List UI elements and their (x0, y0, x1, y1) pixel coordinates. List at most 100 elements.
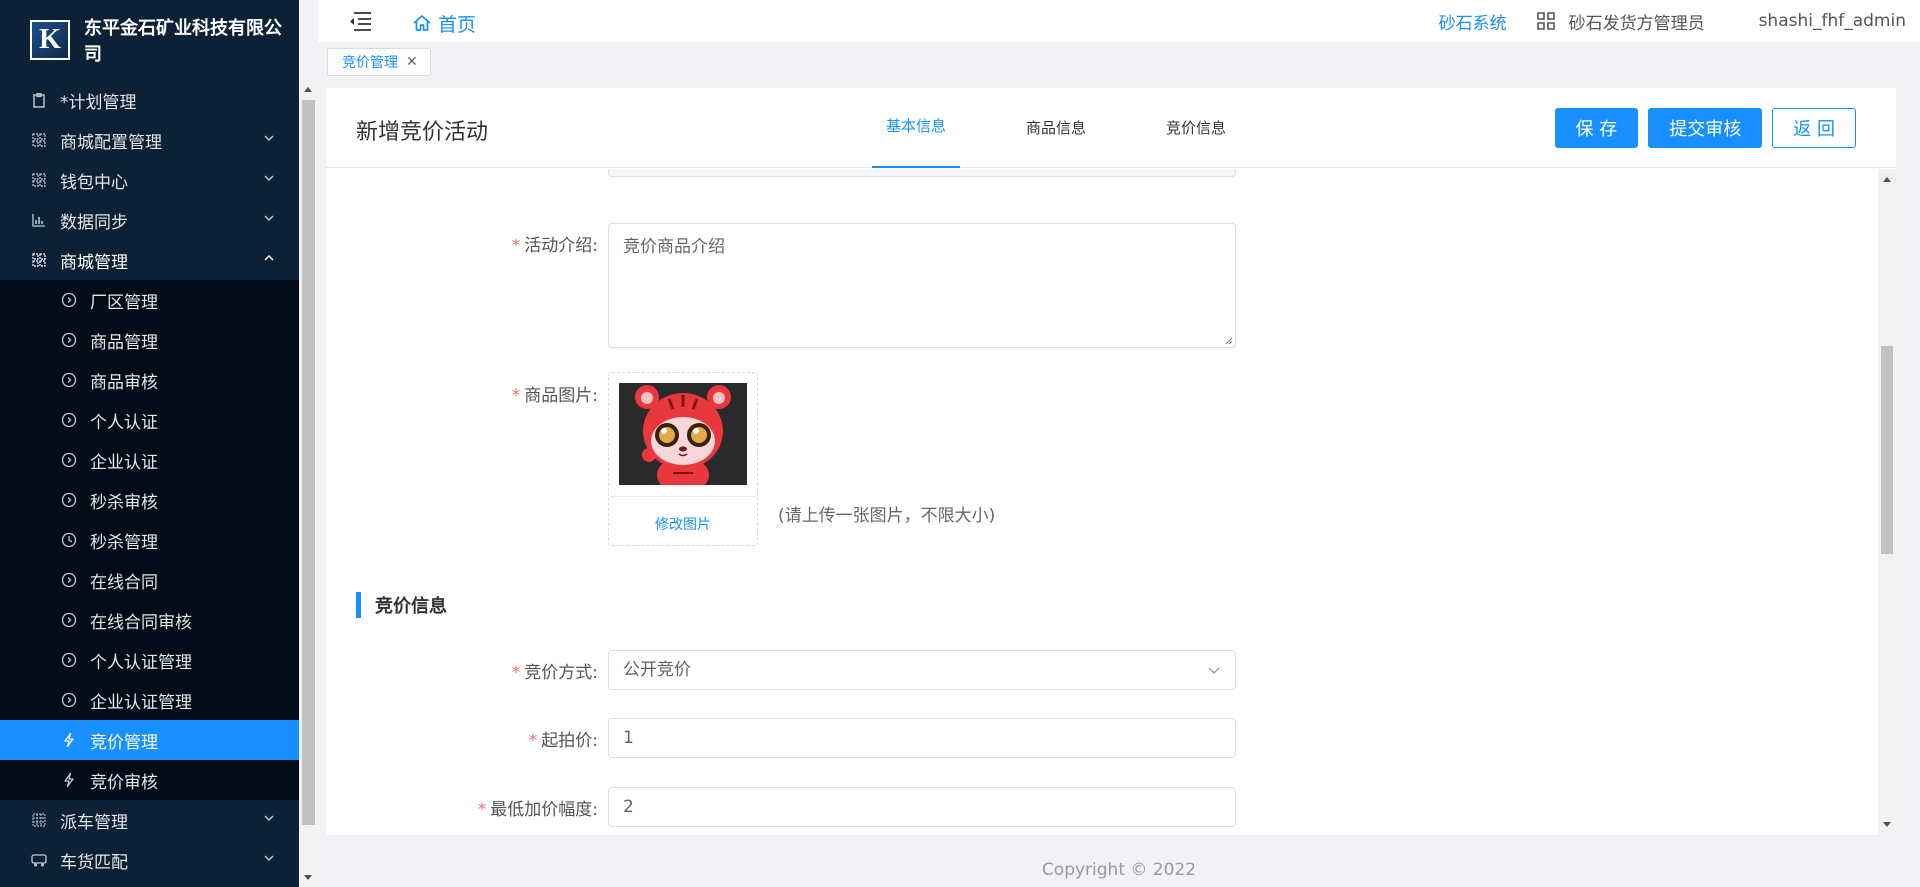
save-button[interactable]: 保 存 (1554, 108, 1639, 148)
min-increment-input[interactable]: 2 (608, 787, 1236, 827)
section-accent-bar (356, 592, 361, 618)
start-price-label: * 起拍价: (528, 731, 598, 751)
start-price-input[interactable]: 1 (608, 718, 1236, 758)
sidebar-item-label: 派车管理 (60, 812, 128, 833)
form-scrollbar[interactable] (1878, 169, 1896, 835)
sidebar-item-personal-auth-manage[interactable]: 个人认证管理 (0, 640, 299, 680)
scrollbar-thumb[interactable] (302, 100, 315, 825)
home-link[interactable]: 首页 (412, 10, 476, 37)
grid-icon (30, 131, 48, 149)
sidebar-item-cargo-match[interactable]: 车货匹配 (0, 840, 299, 880)
sidebar-item-contract[interactable]: 在线合同 (0, 560, 299, 600)
required-asterisk: * (528, 731, 538, 751)
scroll-down-arrow-icon[interactable] (304, 875, 312, 880)
bidding-method-select[interactable]: 公开竞价 (608, 650, 1236, 690)
sidebar-item-mall-config[interactable]: 商城配置管理 (0, 120, 299, 160)
intro-textarea[interactable]: 竞价商品介绍 (608, 223, 1236, 348)
circle-arrow-icon (60, 571, 78, 589)
scroll-up-arrow-icon[interactable] (1883, 177, 1891, 182)
sidebar-item-label: 钱包中心 (60, 172, 128, 193)
brand: K 东平金石矿业科技有限公司 (0, 0, 299, 80)
circle-arrow-icon (60, 371, 78, 389)
card-header: 新增竞价活动 基本信息 商品信息 竞价信息 保 存 提交审核 返 回 (326, 88, 1896, 168)
circle-arrow-icon (60, 291, 78, 309)
tags-view: 竞价管理 ✕ (318, 42, 1920, 79)
grid-icon (30, 251, 48, 269)
sidebar-item-label: 数据同步 (60, 212, 128, 233)
sidebar-item-data-sync[interactable]: 数据同步 (0, 200, 299, 240)
sidebar-item-company-auth-manage[interactable]: 企业认证管理 (0, 680, 299, 720)
company-logo: K (30, 20, 70, 60)
goods-image (619, 383, 747, 485)
truck-icon (30, 851, 48, 869)
sidebar-item-flash-review[interactable]: 秒杀审核 (0, 480, 299, 520)
sidebar-item-goods[interactable]: 商品管理 (0, 320, 299, 360)
system-switch-link[interactable]: 砂石系统 (1439, 9, 1507, 34)
image-uploader[interactable]: 修改图片 (608, 372, 758, 546)
sidebar-item-label: 商品审核 (90, 372, 158, 393)
form-row-method: * 竞价方式: 公开竞价 (326, 650, 1526, 690)
collapse-menu-icon[interactable] (348, 11, 372, 31)
sidebar-item-label: 在线合同审核 (90, 612, 192, 633)
sidebar-item-label: 厂区管理 (90, 292, 158, 313)
sidebar-item-goods-review[interactable]: 商品审核 (0, 360, 299, 400)
sidebar-item-dispatch[interactable]: 派车管理 (0, 800, 299, 840)
resize-grip-icon[interactable] (1223, 335, 1233, 345)
sidebar-item-plan[interactable]: *计划管理 (0, 80, 299, 120)
tag-bidding-manage[interactable]: 竞价管理 ✕ (327, 48, 431, 76)
chevron-down-icon (1208, 667, 1220, 674)
circle-arrow-icon (60, 691, 78, 709)
form-scroll-area: * 活动介绍: 竞价商品介绍 * 商品图片: 修改图片 (请上传一张图片，不限大… (326, 169, 1878, 835)
sidebar-scrollbar[interactable] (299, 80, 318, 887)
change-image-link[interactable]: 修改图片 (609, 514, 757, 534)
sidebar-item-factory[interactable]: 厂区管理 (0, 280, 299, 320)
required-asterisk: * (477, 800, 487, 820)
home-label: 首页 (438, 13, 477, 36)
sidebar-item-personal-auth[interactable]: 个人认证 (0, 400, 299, 440)
sidebar-item-label: 商城管理 (60, 252, 128, 273)
sidebar-item-mall[interactable]: 商城管理 (0, 240, 299, 280)
scroll-down-arrow-icon[interactable] (1883, 822, 1891, 827)
form-card: 新增竞价活动 基本信息 商品信息 竞价信息 保 存 提交审核 返 回 * 活动介绍… (326, 88, 1896, 835)
close-icon[interactable]: ✕ (406, 54, 418, 70)
bar-chart-icon (30, 211, 48, 229)
role-switcher[interactable]: 砂石发货方管理员 (1536, 9, 1705, 34)
form-tabs: 基本信息 商品信息 竞价信息 (846, 88, 1266, 168)
sidebar-item-bidding-review[interactable]: 竞价审核 (0, 760, 299, 800)
sidebar-item-label: 车货匹配 (60, 852, 128, 873)
top-header: 首页 砂石系统 砂石发货方管理员 shashi_fhf_admin (318, 0, 1920, 42)
tag-label: 竞价管理 (342, 55, 398, 71)
method-label: * 竞价方式: (511, 663, 598, 683)
required-asterisk: * (511, 663, 521, 683)
form-row-min-increment: * 最低加价幅度: 2 (326, 787, 1526, 827)
sidebar-item-flash-manage[interactable]: 秒杀管理 (0, 520, 299, 560)
scrollbar-thumb[interactable] (1881, 346, 1893, 554)
scroll-up-arrow-icon[interactable] (304, 87, 312, 92)
submit-review-button[interactable]: 提交审核 (1648, 108, 1763, 148)
sidebar-item-label: 商品管理 (90, 332, 158, 353)
back-button[interactable]: 返 回 (1772, 108, 1856, 148)
min-increment-label: * 最低加价幅度: (477, 800, 598, 820)
sidebar-item-bidding-manage[interactable]: 竞价管理 (0, 720, 299, 760)
section-title: 竞价信息 (375, 596, 447, 617)
username[interactable]: shashi_fhf_admin (1759, 11, 1906, 31)
submenu-mall: 厂区管理 商品管理 商品审核 个人认证 企业认证 秒杀审核 秒杀管理 在线合同 … (0, 280, 299, 800)
circle-arrow-icon (60, 411, 78, 429)
previous-field-bottom (608, 169, 1236, 177)
image-hint: (请上传一张图片，不限大小) (778, 506, 996, 526)
sidebar-item-company-auth[interactable]: 企业认证 (0, 440, 299, 480)
sidebar-item-label: 秒杀审核 (90, 492, 158, 513)
grid-icon (30, 811, 48, 829)
sidebar-item-wallet[interactable]: 钱包中心 (0, 160, 299, 200)
tiger-mascot-image (619, 383, 747, 485)
sidebar-item-label: 竞价审核 (90, 772, 158, 793)
tab-bidding-info[interactable]: 竞价信息 (1126, 88, 1266, 168)
sidebar-item-label: 竞价管理 (90, 732, 158, 753)
circle-arrow-icon (60, 651, 78, 669)
tab-goods-info[interactable]: 商品信息 (986, 88, 1126, 168)
image-label: * 商品图片: (511, 386, 598, 406)
tab-basic-info[interactable]: 基本信息 (846, 88, 986, 168)
sidebar-item-contract-review[interactable]: 在线合同审核 (0, 600, 299, 640)
clock-icon (60, 531, 78, 549)
role-label: 砂石发货方管理员 (1568, 13, 1705, 34)
